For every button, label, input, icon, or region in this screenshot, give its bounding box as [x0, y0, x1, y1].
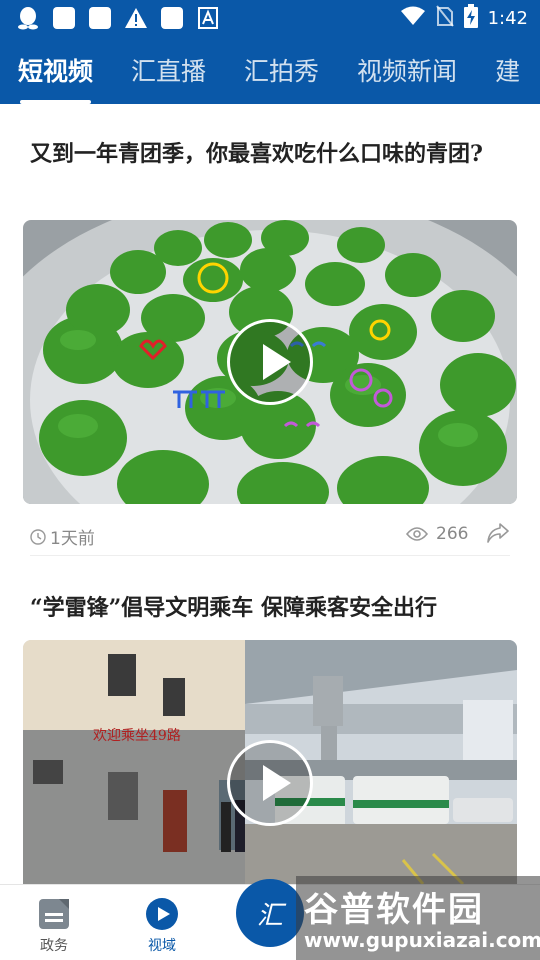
- view-count-text: 266: [436, 524, 469, 544]
- article-title[interactable]: “学雷锋”倡导文明乘车 保障乘客安全出行: [30, 590, 510, 626]
- battery-charging-icon: [463, 4, 478, 32]
- qq-penguin-icon: [16, 6, 40, 30]
- tab-photo-show[interactable]: 汇拍秀: [244, 36, 319, 104]
- status-bar: 1:42: [0, 0, 540, 36]
- svg-text:欢迎乘坐49路: 欢迎乘坐49路: [93, 728, 181, 744]
- watermark-title: 谷普软件园: [304, 890, 484, 930]
- logo-text: 汇: [256, 900, 283, 931]
- document-icon: [37, 897, 71, 931]
- tab-live[interactable]: 汇直播: [131, 36, 206, 104]
- tab-short-video[interactable]: 短视频: [18, 36, 93, 104]
- nav-item-government[interactable]: 政务: [24, 897, 84, 955]
- status-bar-notifications: [16, 6, 220, 30]
- clock-icon: [30, 528, 46, 545]
- app-square-icon: [88, 6, 112, 30]
- nav-label: 政务: [40, 938, 68, 954]
- view-count: 266: [406, 524, 468, 544]
- warning-icon: [124, 6, 148, 30]
- play-button-icon[interactable]: [227, 740, 313, 826]
- publish-time-text: 1天前: [50, 529, 95, 549]
- share-icon[interactable]: [486, 522, 510, 549]
- watermark: 谷普软件园 www.gupuxiazai.com: [296, 876, 540, 960]
- play-button-icon[interactable]: [227, 319, 313, 405]
- eye-icon: [406, 527, 428, 541]
- nav-center-logo-button[interactable]: 汇: [236, 879, 304, 947]
- tab-partial[interactable]: 建: [495, 36, 520, 104]
- publish-time: 1天前: [30, 524, 95, 549]
- app-square-icon: [160, 6, 184, 30]
- no-sim-icon: [435, 5, 454, 31]
- article-title[interactable]: 又到一年青团季，你最喜欢吃什么口味的青团?: [30, 136, 510, 172]
- clock: 1:42: [487, 7, 528, 29]
- app-square-icon: [52, 6, 76, 30]
- wifi-icon: [400, 6, 426, 30]
- video-thumbnail[interactable]: 欢迎乘坐49路: [23, 640, 517, 884]
- video-thumbnail[interactable]: [23, 220, 517, 504]
- status-bar-system: 1:42: [400, 4, 528, 32]
- font-a-icon: [196, 6, 220, 30]
- play-circle-icon: [145, 897, 179, 931]
- top-tab-bar: 短视频 汇直播 汇拍秀 视频新闻 建: [0, 36, 540, 104]
- tab-video-news[interactable]: 视频新闻: [357, 36, 457, 104]
- nav-item-video[interactable]: 视域: [132, 897, 192, 955]
- watermark-url: www.gupuxiazai.com: [304, 928, 540, 952]
- nav-label: 视域: [148, 938, 176, 954]
- article-meta: 1天前 266: [30, 516, 510, 556]
